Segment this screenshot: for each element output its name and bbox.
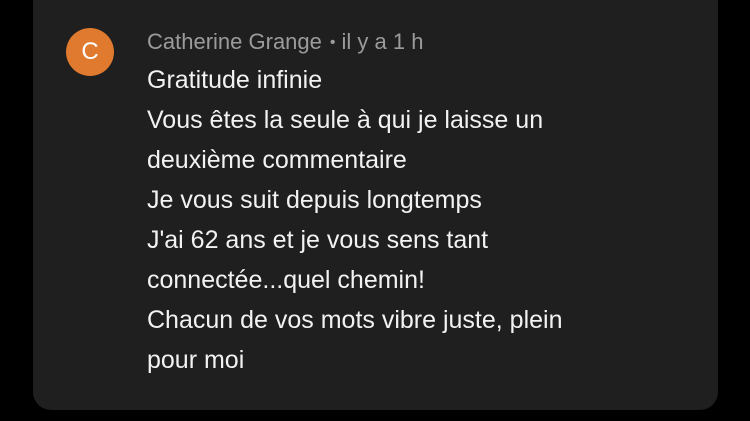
comment-line: pour moi: [147, 346, 245, 374]
separator-dot: •: [329, 34, 336, 51]
comment-line: deuxième commentaire: [147, 146, 407, 174]
comment-body: Gratitude infinie Vous êtes la seule à q…: [147, 60, 707, 380]
comment-line: connectée...quel chemin!: [147, 266, 425, 294]
timestamp: il y a 1 h: [341, 29, 424, 54]
comment-line: J'ai 62 ans et je vous sens tant: [147, 226, 489, 254]
comment-line: Chacun de vos mots vibre juste, plein: [147, 306, 563, 334]
comment-line: Gratitude infinie: [147, 66, 323, 94]
comment-line: Vous êtes la seule à qui je laisse un: [147, 106, 544, 134]
comment-line: Je vous suit depuis longtemps: [147, 186, 482, 214]
avatar[interactable]: C: [66, 28, 114, 76]
author-name[interactable]: Catherine Grange: [147, 29, 322, 54]
comment-meta: Catherine Grange • il y a 1 h: [147, 27, 423, 57]
